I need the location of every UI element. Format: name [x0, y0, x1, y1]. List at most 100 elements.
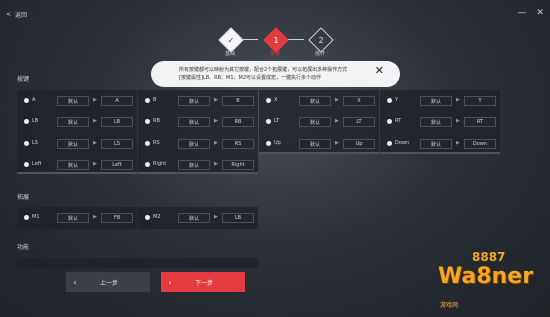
source-select[interactable]: 默认	[178, 117, 210, 127]
mapping-panel-col3: X 默认 ▶ X LT 默认 ▶ LT Up 默认 ▶ Up	[259, 90, 379, 154]
mapping-row[interactable]: M1 默认 ▶ FB	[17, 211, 137, 225]
radio[interactable]	[387, 141, 392, 146]
radio[interactable]	[145, 162, 150, 167]
radio[interactable]	[387, 98, 392, 103]
arrow-right-icon: ▶	[335, 97, 339, 103]
target-select[interactable]: LB	[101, 117, 133, 127]
target-select[interactable]: X	[343, 96, 375, 106]
target-select[interactable]: RS	[222, 139, 254, 149]
radio[interactable]	[266, 141, 271, 146]
minimize-icon[interactable]: —	[517, 8, 526, 18]
source-select[interactable]: 默认	[57, 117, 89, 127]
chevron-left-icon: ‹	[73, 277, 77, 287]
mapping-row[interactable]: Right 默认 ▶ Right	[138, 158, 258, 172]
step-basic[interactable]: ✓	[218, 27, 244, 53]
target-select[interactable]: RT	[464, 117, 496, 127]
mapping-row[interactable]: B 默认 ▶ B	[138, 94, 258, 108]
target-select[interactable]: RB	[222, 117, 254, 127]
mapping-row[interactable]: LS 默认 ▶ LS	[17, 137, 137, 151]
mapping-row[interactable]: RS 默认 ▶ RS	[138, 137, 258, 151]
button-name: LT	[274, 118, 280, 124]
radio[interactable]	[145, 98, 150, 103]
panel-divider	[380, 152, 500, 154]
target-select[interactable]: FB	[101, 213, 133, 223]
radio[interactable]	[145, 215, 150, 220]
arrow-right-icon: ▶	[214, 140, 218, 146]
mapping-row[interactable]: LT 默认 ▶ LT	[259, 115, 379, 129]
radio[interactable]	[145, 141, 150, 146]
step-stick[interactable]: 2	[308, 27, 334, 53]
target-select[interactable]: Up	[343, 139, 375, 149]
section-title-extension: 拓展	[17, 194, 30, 201]
tip-line-2: [按键属性]LB、RB、M1、M2可以设置成宏，一键执行多个动作	[179, 75, 322, 81]
target-select[interactable]: A	[101, 96, 133, 106]
prev-step-button[interactable]: ‹ 上一步	[66, 272, 150, 292]
radio[interactable]	[24, 162, 29, 167]
source-select[interactable]: 默认	[178, 160, 210, 170]
radio[interactable]	[387, 119, 392, 124]
target-select[interactable]: Right	[222, 160, 254, 170]
target-select[interactable]: LT	[343, 117, 375, 127]
close-icon[interactable]: ✕	[536, 8, 544, 18]
mapping-row[interactable]: X 默认 ▶ X	[259, 94, 379, 108]
arrow-right-icon: ▶	[456, 97, 460, 103]
next-step-button[interactable]: › 下一步	[161, 272, 245, 292]
mapping-panel-col4: Y 默认 ▶ Y RT 默认 ▶ RT Down 默认 ▶ Down	[380, 90, 500, 154]
button-name: Down	[395, 140, 410, 146]
mapping-row[interactable]: RT 默认 ▶ RT	[380, 115, 500, 129]
source-select[interactable]: 默认	[299, 139, 331, 149]
radio[interactable]	[24, 141, 29, 146]
mapping-row[interactable]: A 默认 ▶ A	[17, 94, 137, 108]
source-select[interactable]: 默认	[420, 117, 452, 127]
step-buttons[interactable]: 1	[263, 27, 289, 53]
check-icon: ✓	[227, 35, 235, 45]
radio[interactable]	[24, 119, 29, 124]
source-select[interactable]: 默认	[420, 139, 452, 149]
step-label: 基础	[225, 51, 236, 57]
source-select[interactable]: 默认	[57, 160, 89, 170]
source-select[interactable]: 默认	[178, 213, 210, 223]
source-select[interactable]: 默认	[57, 213, 89, 223]
arrow-right-icon: ▶	[93, 97, 97, 103]
target-select[interactable]: Down	[464, 139, 496, 149]
source-select[interactable]: 默认	[178, 96, 210, 106]
radio[interactable]	[24, 98, 29, 103]
radio[interactable]	[24, 215, 29, 220]
target-select[interactable]: Y	[464, 96, 496, 106]
panel-divider	[138, 172, 258, 174]
panel-divider	[259, 152, 379, 154]
mapping-row[interactable]: Up 默认 ▶ Up	[259, 137, 379, 151]
chevron-right-icon: ›	[168, 277, 172, 287]
arrow-right-icon: ▶	[214, 97, 218, 103]
radio[interactable]	[145, 119, 150, 124]
source-select[interactable]: 默认	[57, 139, 89, 149]
source-select[interactable]: 默认	[57, 96, 89, 106]
arrow-right-icon: ▶	[456, 140, 460, 146]
source-select[interactable]: 默认	[299, 96, 331, 106]
back-button[interactable]: < 返回	[6, 10, 27, 19]
mapping-row[interactable]: LB 默认 ▶ LB	[17, 115, 137, 129]
target-select[interactable]: LS	[101, 139, 133, 149]
source-select[interactable]: 默认	[299, 117, 331, 127]
source-select[interactable]: 默认	[178, 139, 210, 149]
radio[interactable]	[266, 119, 271, 124]
back-label: 返回	[15, 12, 28, 19]
mapping-row[interactable]: Left 默认 ▶ Left	[17, 158, 137, 172]
mapping-row[interactable]: Down 默认 ▶ Down	[380, 137, 500, 151]
target-select[interactable]: LB	[222, 213, 254, 223]
close-icon[interactable]: ✕	[375, 65, 384, 76]
mapping-row[interactable]: Y 默认 ▶ Y	[380, 94, 500, 108]
target-select[interactable]: Left	[101, 160, 133, 170]
radio[interactable]	[266, 98, 271, 103]
target-select[interactable]: B	[222, 96, 254, 106]
mapping-row[interactable]: RB 默认 ▶ RB	[138, 115, 258, 129]
window-controls: — ✕	[517, 8, 544, 18]
mapping-panel-col1: A 默认 ▶ A LB 默认 ▶ LB LS 默认 ▶ LS Left 默认 ▶ Left	[17, 90, 137, 174]
arrow-right-icon: ▶	[214, 118, 218, 124]
step-number: 2	[318, 35, 324, 45]
stepper: ✓ 1 2 基础 按键 摇杆	[210, 26, 340, 58]
mapping-row[interactable]: M2 默认 ▶ LB	[138, 211, 258, 225]
source-select[interactable]: 默认	[420, 96, 452, 106]
button-name: X	[274, 97, 278, 103]
arrow-right-icon: ▶	[335, 118, 339, 124]
